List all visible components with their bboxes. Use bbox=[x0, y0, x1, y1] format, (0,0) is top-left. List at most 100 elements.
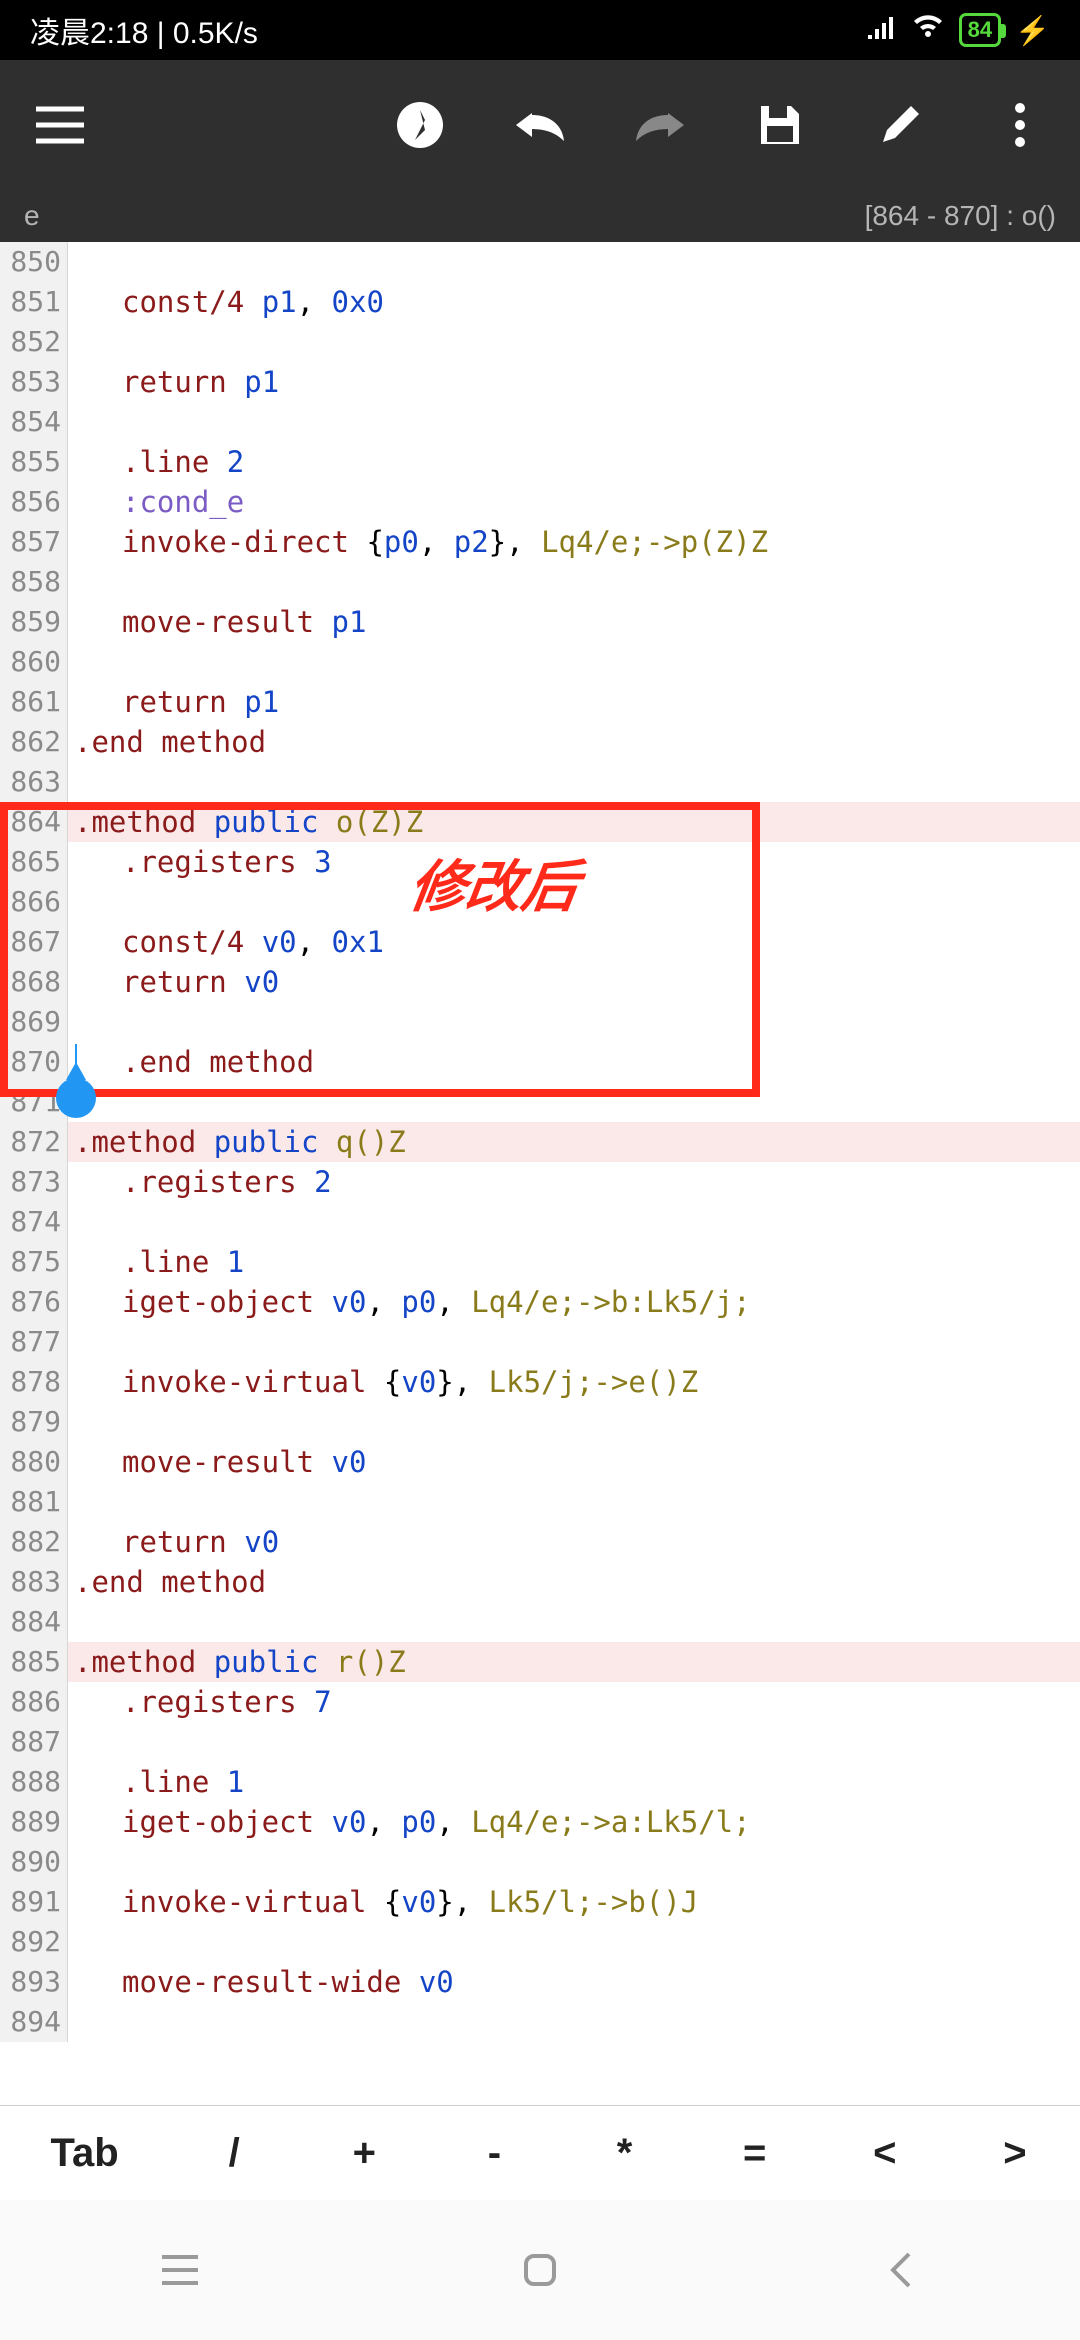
code-line[interactable]: 893move-result-wide v0 bbox=[0, 1962, 1080, 2002]
code-content[interactable]: .registers 3 bbox=[68, 842, 1080, 882]
code-content[interactable]: return p1 bbox=[68, 362, 1080, 402]
editor[interactable]: 修改后 850851const/4 p1, 0x0852853return p1… bbox=[0, 242, 1080, 2042]
code-line[interactable]: 880move-result v0 bbox=[0, 1442, 1080, 1482]
symbol-key[interactable]: = bbox=[690, 2131, 820, 2176]
meta-bar: e [864 - 870] : o() bbox=[0, 190, 1080, 242]
nav-home-button[interactable] bbox=[510, 2240, 570, 2300]
more-button[interactable] bbox=[990, 95, 1050, 155]
undo-button[interactable] bbox=[510, 95, 570, 155]
code-line[interactable]: 887 bbox=[0, 1722, 1080, 1762]
save-button[interactable] bbox=[750, 95, 810, 155]
code-content[interactable]: move-result v0 bbox=[68, 1442, 1080, 1482]
symbol-key[interactable]: < bbox=[820, 2131, 950, 2176]
symbol-key[interactable]: + bbox=[299, 2131, 429, 2176]
line-number: 856 bbox=[0, 482, 68, 522]
nav-back-button[interactable] bbox=[870, 2240, 930, 2300]
line-number: 878 bbox=[0, 1362, 68, 1402]
code-line[interactable]: 881 bbox=[0, 1482, 1080, 1522]
code-content[interactable]: const/4 p1, 0x0 bbox=[68, 282, 1080, 322]
code-line[interactable]: 886.registers 7 bbox=[0, 1682, 1080, 1722]
line-number: 861 bbox=[0, 682, 68, 722]
code-line[interactable]: 867const/4 v0, 0x1 bbox=[0, 922, 1080, 962]
code-line[interactable]: 878invoke-virtual {v0}, Lk5/j;->e()Z bbox=[0, 1362, 1080, 1402]
code-line[interactable]: 869 bbox=[0, 1002, 1080, 1042]
symbol-key[interactable]: - bbox=[429, 2131, 559, 2176]
code-line[interactable]: 855.line 2 bbox=[0, 442, 1080, 482]
code-content[interactable]: return v0 bbox=[68, 1522, 1080, 1562]
code-content[interactable]: invoke-direct {p0, p2}, Lq4/e;->p(Z)Z bbox=[68, 522, 1080, 562]
line-number: 876 bbox=[0, 1282, 68, 1322]
code-line[interactable]: 865.registers 3 bbox=[0, 842, 1080, 882]
menu-button[interactable] bbox=[30, 95, 90, 155]
code-line[interactable]: 850 bbox=[0, 242, 1080, 282]
code-line[interactable]: 853return p1 bbox=[0, 362, 1080, 402]
code-content[interactable]: move-result-wide v0 bbox=[68, 1962, 1080, 2002]
code-line[interactable]: 875.line 1 bbox=[0, 1242, 1080, 1282]
code-line[interactable]: 873.registers 2 bbox=[0, 1162, 1080, 1202]
code-line[interactable]: 888.line 1 bbox=[0, 1762, 1080, 1802]
code-content[interactable]: .end method bbox=[68, 1562, 1080, 1602]
code-line[interactable]: 866 bbox=[0, 882, 1080, 922]
code-content[interactable]: invoke-virtual {v0}, Lk5/l;->b()J bbox=[68, 1882, 1080, 1922]
redo-button[interactable] bbox=[630, 95, 690, 155]
edit-button[interactable] bbox=[870, 95, 930, 155]
line-number: 865 bbox=[0, 842, 68, 882]
code-line[interactable]: 871 bbox=[0, 1082, 1080, 1122]
code-line[interactable]: 856:cond_e bbox=[0, 482, 1080, 522]
line-number: 873 bbox=[0, 1162, 68, 1202]
code-line[interactable]: 894 bbox=[0, 2002, 1080, 2042]
code-content[interactable]: .method public r()Z bbox=[68, 1642, 1080, 1682]
code-line[interactable]: 879 bbox=[0, 1402, 1080, 1442]
code-line[interactable]: 870.end method bbox=[0, 1042, 1080, 1082]
symbol-key[interactable]: > bbox=[950, 2131, 1080, 2176]
code-content[interactable]: .registers 7 bbox=[68, 1682, 1080, 1722]
line-number: 864 bbox=[0, 802, 68, 842]
explore-button[interactable] bbox=[390, 95, 450, 155]
code-line[interactable]: 852 bbox=[0, 322, 1080, 362]
code-content[interactable]: return v0 bbox=[68, 962, 1080, 1002]
code-line[interactable]: 861return p1 bbox=[0, 682, 1080, 722]
code-line[interactable]: 885.method public r()Z bbox=[0, 1642, 1080, 1682]
code-line[interactable]: 874 bbox=[0, 1202, 1080, 1242]
code-line[interactable]: 890 bbox=[0, 1842, 1080, 1882]
code-content[interactable]: iget-object v0, p0, Lq4/e;->a:Lk5/l; bbox=[68, 1802, 1080, 1842]
nav-recent-button[interactable] bbox=[150, 2240, 210, 2300]
code-line[interactable]: 882return v0 bbox=[0, 1522, 1080, 1562]
code-line[interactable]: 877 bbox=[0, 1322, 1080, 1362]
code-line[interactable]: 883.end method bbox=[0, 1562, 1080, 1602]
code-line[interactable]: 864.method public o(Z)Z bbox=[0, 802, 1080, 842]
code-content[interactable]: .registers 2 bbox=[68, 1162, 1080, 1202]
cursor-handle[interactable] bbox=[56, 1078, 96, 1118]
code-content[interactable]: :cond_e bbox=[68, 482, 1080, 522]
code-line[interactable]: 860 bbox=[0, 642, 1080, 682]
code-content[interactable]: .method public o(Z)Z bbox=[68, 802, 1080, 842]
code-content[interactable]: .line 1 bbox=[68, 1762, 1080, 1802]
code-line[interactable]: 858 bbox=[0, 562, 1080, 602]
code-content[interactable]: .end method bbox=[68, 1042, 1080, 1082]
symbol-key[interactable]: Tab bbox=[0, 2131, 169, 2176]
symbol-key[interactable]: * bbox=[560, 2131, 690, 2176]
code-line[interactable]: 892 bbox=[0, 1922, 1080, 1962]
code-content[interactable]: .end method bbox=[68, 722, 1080, 762]
code-content[interactable]: .method public q()Z bbox=[68, 1122, 1080, 1162]
symbol-key[interactable]: / bbox=[169, 2131, 299, 2176]
code-content[interactable]: .line 2 bbox=[68, 442, 1080, 482]
code-line[interactable]: 863 bbox=[0, 762, 1080, 802]
code-line[interactable]: 884 bbox=[0, 1602, 1080, 1642]
code-content[interactable]: return p1 bbox=[68, 682, 1080, 722]
code-content[interactable]: invoke-virtual {v0}, Lk5/j;->e()Z bbox=[68, 1362, 1080, 1402]
code-content[interactable]: const/4 v0, 0x1 bbox=[68, 922, 1080, 962]
code-line[interactable]: 862.end method bbox=[0, 722, 1080, 762]
code-line[interactable]: 876iget-object v0, p0, Lq4/e;->b:Lk5/j; bbox=[0, 1282, 1080, 1322]
code-line[interactable]: 891invoke-virtual {v0}, Lk5/l;->b()J bbox=[0, 1882, 1080, 1922]
code-line[interactable]: 868return v0 bbox=[0, 962, 1080, 1002]
code-line[interactable]: 857invoke-direct {p0, p2}, Lq4/e;->p(Z)Z bbox=[0, 522, 1080, 562]
code-content[interactable]: .line 1 bbox=[68, 1242, 1080, 1282]
code-line[interactable]: 854 bbox=[0, 402, 1080, 442]
code-content[interactable]: iget-object v0, p0, Lq4/e;->b:Lk5/j; bbox=[68, 1282, 1080, 1322]
code-line[interactable]: 889iget-object v0, p0, Lq4/e;->a:Lk5/l; bbox=[0, 1802, 1080, 1842]
code-line[interactable]: 851const/4 p1, 0x0 bbox=[0, 282, 1080, 322]
code-line[interactable]: 859move-result p1 bbox=[0, 602, 1080, 642]
code-content[interactable]: move-result p1 bbox=[68, 602, 1080, 642]
code-line[interactable]: 872.method public q()Z bbox=[0, 1122, 1080, 1162]
